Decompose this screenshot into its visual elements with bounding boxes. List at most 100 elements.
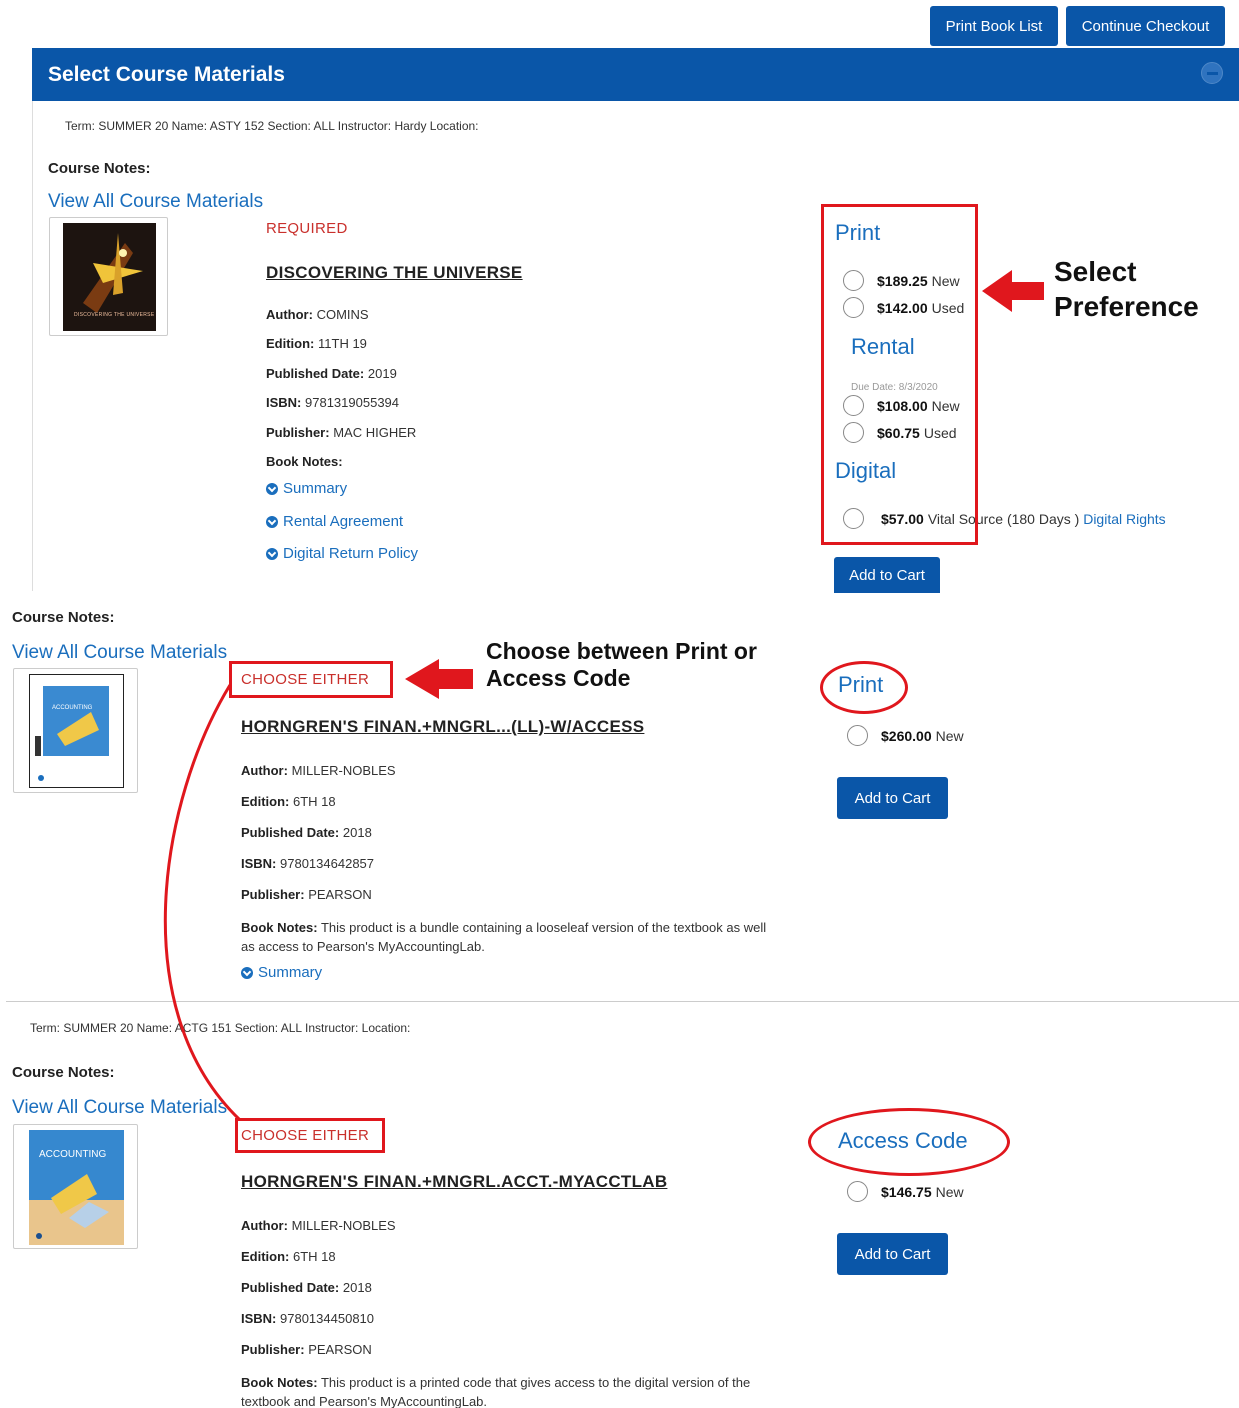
annotation-line-2: Access Code: [486, 665, 631, 691]
radio-button[interactable]: [847, 725, 868, 746]
author-value: MILLER-NOBLES: [291, 1218, 396, 1233]
book-title-link[interactable]: HORNGREN'S FINAN.+MNGRL...(LL)-W/ACCESS: [241, 717, 644, 737]
red-arrow-icon: [982, 270, 1044, 312]
book-notes-label: Book Notes:: [241, 920, 318, 935]
radio-button[interactable]: [847, 1181, 868, 1202]
red-arrow-icon: [405, 659, 473, 699]
chevron-down-icon: [241, 966, 253, 979]
cover-title-text: DISCOVERING THE UNIVERSE: [74, 312, 155, 318]
annotation-line-2: Preference: [1054, 291, 1199, 322]
summary-link[interactable]: Summary: [266, 480, 347, 497]
annotation-circle: [808, 1108, 1010, 1176]
price: $146.75: [881, 1183, 932, 1200]
view-all-course-materials-link[interactable]: View All Course Materials: [12, 642, 227, 664]
panel-header: Select Course Materials: [32, 48, 1239, 101]
author-label: Author:: [241, 763, 288, 778]
annotation-select-preference: Select Preference: [1054, 254, 1199, 324]
add-to-cart-button[interactable]: Add to Cart: [837, 1233, 948, 1275]
continue-checkout-button[interactable]: Continue Checkout: [1066, 6, 1225, 46]
view-all-course-materials-link[interactable]: View All Course Materials: [12, 1097, 227, 1119]
author-row: Author: MILLER-NOBLES: [241, 1218, 396, 1233]
annotation-highlight-box: [229, 661, 393, 698]
published-label: Published Date:: [241, 1280, 340, 1295]
page-title: Select Course Materials: [48, 62, 285, 86]
published-value: 2019: [367, 366, 397, 381]
summary-link-label: Summary: [283, 480, 348, 497]
term-info: Term: SUMMER 20 Name: ASTY 152 Section: …: [65, 119, 479, 133]
edition-row: Edition: 6TH 18: [241, 1249, 336, 1264]
chevron-down-icon: [266, 547, 278, 560]
published-row: Published Date: 2019: [266, 366, 397, 381]
isbn-row: ISBN: 9781319055394: [266, 395, 399, 410]
annotation-line-1: Select: [1054, 256, 1137, 287]
author-value: MILLER-NOBLES: [291, 763, 396, 778]
book-cover-image[interactable]: DISCOVERING THE UNIVERSE: [49, 217, 168, 336]
summary-link-label: Summary: [258, 964, 323, 981]
publisher-value: PEARSON: [308, 887, 372, 902]
book-cover-art: [29, 674, 124, 788]
chevron-down-icon: [266, 482, 278, 495]
author-row: Author: MILLER-NOBLES: [241, 763, 396, 778]
book-notes-text-2: textbook and Pearson's MyAccountingLab.: [241, 1394, 488, 1408]
required-badge: REQUIRED: [266, 220, 348, 237]
book-cover-image[interactable]: ACCOUNTING: [13, 668, 138, 793]
publisher-value: PEARSON: [308, 1342, 372, 1357]
price: $260.00: [881, 727, 932, 744]
annotation-line-1: Choose between Print or: [486, 638, 757, 664]
book-notes-label: Book Notes:: [241, 1375, 318, 1390]
isbn-row: ISBN: 9780134642857: [241, 856, 374, 871]
summary-link[interactable]: Summary: [241, 964, 322, 981]
isbn-row: ISBN: 9780134450810: [241, 1311, 374, 1326]
publisher-label: Publisher:: [241, 887, 305, 902]
publisher-row: Publisher: MAC HIGHER: [266, 425, 416, 440]
add-to-cart-button[interactable]: Add to Cart: [837, 777, 948, 819]
isbn-label: ISBN:: [241, 1311, 277, 1326]
view-all-course-materials-link[interactable]: View All Course Materials: [48, 191, 263, 213]
publisher-label: Publisher:: [241, 1342, 305, 1357]
cover-title-text: ACCOUNTING: [52, 705, 93, 711]
print-new-option[interactable]: $260.00 New: [847, 725, 964, 746]
publisher-row: Publisher: PEARSON: [241, 887, 372, 902]
book-notes-text: This product is a printed code that give…: [320, 1375, 751, 1390]
published-row: Published Date: 2018: [241, 825, 372, 840]
digital-return-policy-link-label: Digital Return Policy: [283, 545, 419, 562]
edition-label: Edition:: [241, 794, 290, 809]
term-info: Term: SUMMER 20 Name: ACTG 151 Section: …: [30, 1021, 411, 1035]
digital-rights-link[interactable]: Digital Rights: [1083, 511, 1165, 527]
edition-row: Edition: 6TH 18: [241, 794, 336, 809]
isbn-label: ISBN:: [266, 395, 302, 410]
isbn-value: 9780134450810: [280, 1311, 375, 1326]
annotation-highlight-box: [235, 1118, 385, 1153]
book-cover-image[interactable]: ACCOUNTING: [13, 1124, 138, 1249]
published-value: 2018: [342, 825, 372, 840]
published-label: Published Date:: [266, 366, 365, 381]
add-to-cart-button[interactable]: Add to Cart: [834, 557, 940, 593]
panel-border: [32, 101, 33, 591]
print-book-list-button[interactable]: Print Book List: [930, 6, 1058, 46]
author-value: COMINS: [316, 307, 369, 322]
edition-label: Edition:: [266, 336, 315, 351]
book-notes-row: Book Notes:: [266, 454, 343, 469]
book-title-link[interactable]: HORNGREN'S FINAN.+MNGRL.ACCT.-MYACCTLAB: [241, 1172, 667, 1192]
edition-value: 11TH 19: [318, 336, 367, 351]
digital-return-policy-link[interactable]: Digital Return Policy: [266, 545, 418, 562]
book-notes-label: Book Notes:: [266, 454, 343, 469]
book-title-link[interactable]: DISCOVERING THE UNIVERSE: [266, 263, 523, 283]
annotation-connector-curve: [163, 684, 242, 1122]
publisher-value: MAC HIGHER: [333, 425, 417, 440]
author-row: Author: COMINS: [266, 307, 369, 322]
rental-agreement-link-label: Rental Agreement: [283, 513, 404, 530]
rental-agreement-link[interactable]: Rental Agreement: [266, 513, 403, 530]
isbn-value: 9781319055394: [305, 395, 400, 410]
edition-row: Edition: 11TH 19: [266, 336, 367, 351]
published-label: Published Date:: [241, 825, 340, 840]
condition: New: [935, 1183, 964, 1200]
annotation-circle: [820, 661, 908, 714]
annotation-choose-between: Choose between Print or Access Code: [486, 638, 757, 692]
access-code-new-option[interactable]: $146.75 New: [847, 1181, 964, 1202]
edition-value: 6TH 18: [293, 794, 336, 809]
section-divider: [6, 1001, 1239, 1002]
condition: New: [935, 727, 964, 744]
collapse-icon[interactable]: [1201, 62, 1223, 84]
isbn-value: 9780134642857: [280, 856, 375, 871]
